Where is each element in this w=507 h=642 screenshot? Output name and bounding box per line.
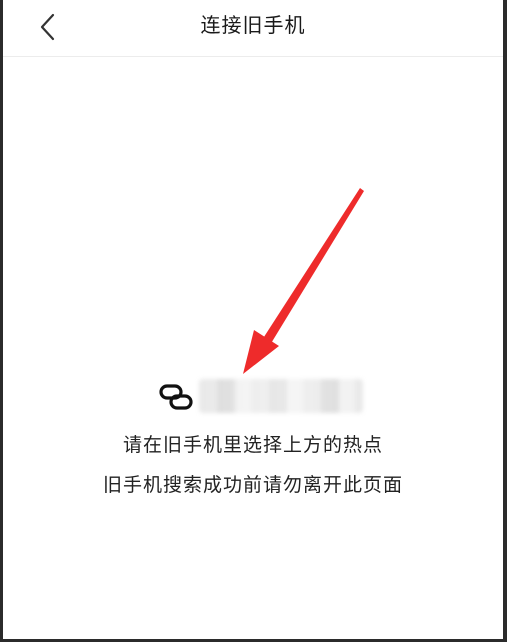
link-icon xyxy=(159,384,193,410)
hotspot-item[interactable] xyxy=(159,378,369,416)
connect-old-phone-screen: 连接旧手机 请在旧手机里选择上方的热点 旧手机搜索成功前请勿离开此页面 xyxy=(3,0,503,639)
hotspot-name xyxy=(199,379,363,413)
instruction-line-2: 旧手机搜索成功前请勿离开此页面 xyxy=(102,474,403,496)
instruction-line-1: 请在旧手机里选择上方的热点 xyxy=(122,434,383,456)
annotation-arrow-icon xyxy=(243,188,364,374)
